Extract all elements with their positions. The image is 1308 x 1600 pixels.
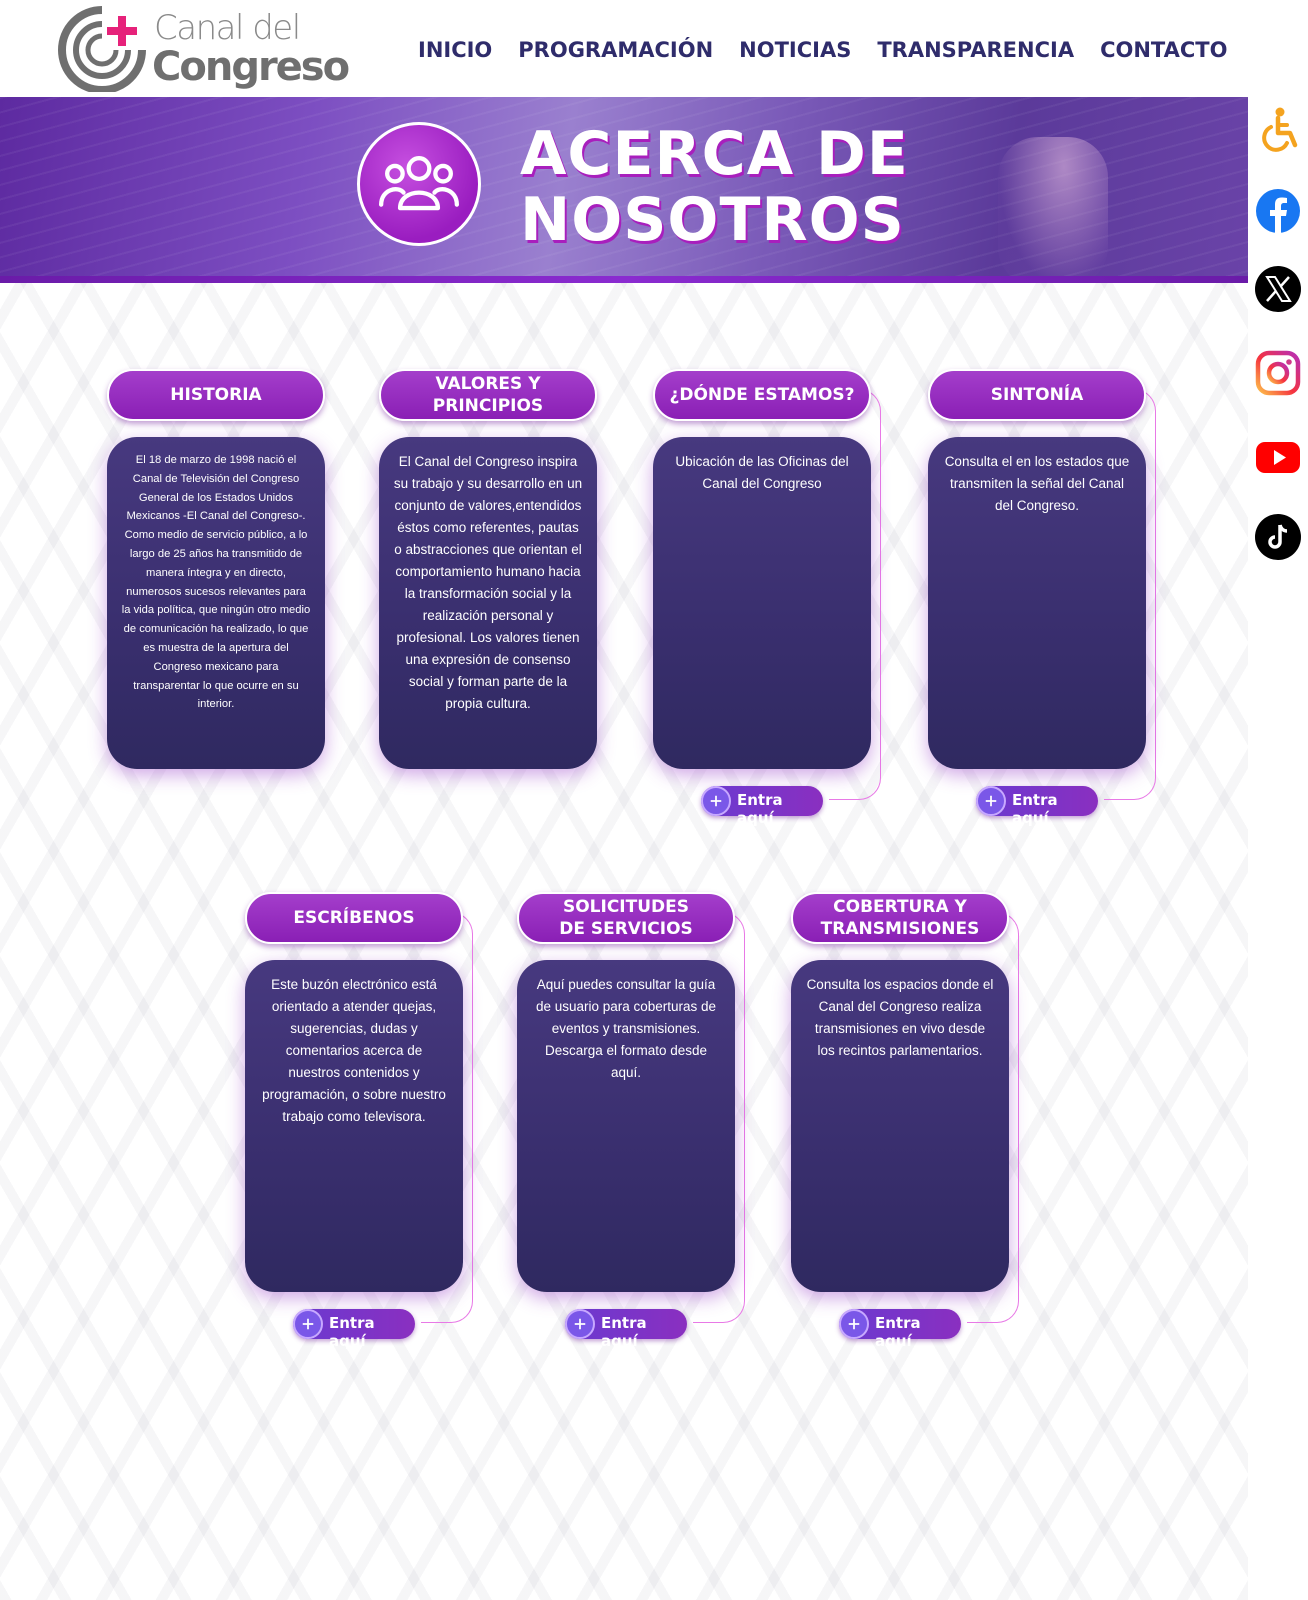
card-title: COBERTURA Y TRANSMISIONES <box>820 897 980 939</box>
card-text: Aquí puedes consultar la guía de usuario… <box>535 977 717 1080</box>
card-title: HISTORIA <box>170 385 262 405</box>
page-banner: ACERCA DE NOSOTROS <box>0 97 1248 283</box>
entra-aqui-button[interactable]: Entra aquí <box>293 1309 415 1350</box>
banner-stamp-photo <box>998 137 1108 283</box>
card-donde-body: Ubicación de las Oficinas del Canal del … <box>653 437 871 769</box>
social-sidebar <box>1248 97 1308 1600</box>
card-text: Ubicación de las Oficinas del Canal del … <box>675 454 849 491</box>
card-escribenos-body: Este buzón electrónico está orientado a … <box>245 960 463 1292</box>
nav-item-contacto[interactable]: CONTACTO <box>1100 38 1227 68</box>
card-escribenos-heading: ESCRÍBENOS <box>245 892 463 944</box>
accessibility-icon[interactable] <box>1254 105 1302 153</box>
card-solicitudes-heading: SOLICITUDES DE SERVICIOS <box>517 892 735 944</box>
card-title: SINTONÍA <box>990 385 1084 405</box>
page-title-line1: ACERCA DE <box>520 119 909 189</box>
entra-aqui-button[interactable]: Entra aquí <box>565 1309 687 1350</box>
main-nav: INICIO PROGRAMACIÓN NOTICIAS TRANSPARENC… <box>418 38 1227 68</box>
card-text: Consulta el en los estados que transmite… <box>944 454 1130 513</box>
card-donde-heading: ¿DÓNDE ESTAMOS? <box>653 369 871 421</box>
entra-aqui-button[interactable]: Entra aquí <box>976 786 1098 827</box>
nav-item-transparencia[interactable]: TRANSPARENCIA <box>877 38 1074 68</box>
card-title: SOLICITUDES DE SERVICIOS <box>559 897 693 939</box>
page-title: ACERCA DE NOSOTROS <box>520 121 909 253</box>
people-group-icon <box>357 122 481 246</box>
entra-aqui-label: Entra aquí <box>601 1314 647 1350</box>
card-solicitudes-body: Aquí puedes consultar la guía de usuario… <box>517 960 735 1292</box>
nav-item-noticias[interactable]: NOTICIAS <box>739 38 851 68</box>
card-cobertura-heading: COBERTURA Y TRANSMISIONES <box>791 892 1009 944</box>
card-text: El 18 de marzo de 1998 nació el Canal de… <box>121 454 311 711</box>
card-title: VALORES Y PRINCIPIOS <box>432 374 544 416</box>
entra-aqui-label: Entra aquí <box>329 1314 375 1350</box>
nav-item-inicio[interactable]: INICIO <box>418 38 492 68</box>
page-title-line2: NOSOTROS <box>520 185 905 255</box>
plus-icon <box>293 1309 323 1339</box>
x-icon[interactable] <box>1254 265 1302 313</box>
card-text: Consulta los espacios donde el Canal del… <box>806 977 994 1058</box>
card-valores-heading: VALORES Y PRINCIPIOS <box>379 369 597 421</box>
canal-del-congreso-logo[interactable]: Canal del Congreso <box>58 6 358 92</box>
entra-aqui-button[interactable]: Entra aquí <box>701 786 823 827</box>
card-title: ESCRÍBENOS <box>293 908 415 928</box>
youtube-icon[interactable] <box>1254 433 1302 481</box>
plus-icon <box>565 1309 595 1339</box>
entra-aqui-button[interactable]: Entra aquí <box>839 1309 961 1350</box>
logo-text-line2: Congreso <box>152 44 350 90</box>
logo-text-line1: Canal del <box>154 8 301 48</box>
card-sintonia-heading: SINTONÍA <box>928 369 1146 421</box>
banner-bottom-stripe <box>0 276 1248 283</box>
about-main-content: HISTORIA El 18 de marzo de 1998 nació el… <box>0 283 1248 1600</box>
logo-mark-icon <box>58 6 146 92</box>
card-text: El Canal del Congreso inspira su trabajo… <box>393 454 583 711</box>
nav-item-programacion[interactable]: PROGRAMACIÓN <box>518 38 713 68</box>
plus-icon <box>701 786 731 816</box>
site-header: Canal del Congreso INICIO PROGRAMACIÓN N… <box>0 0 1308 97</box>
plus-icon <box>976 786 1006 816</box>
instagram-icon[interactable] <box>1254 349 1302 397</box>
card-valores-body: El Canal del Congreso inspira su trabajo… <box>379 437 597 769</box>
entra-aqui-label: Entra aquí <box>1012 791 1058 827</box>
entra-aqui-label: Entra aquí <box>875 1314 921 1350</box>
tiktok-icon[interactable] <box>1254 513 1302 561</box>
card-historia-heading: HISTORIA <box>107 369 325 421</box>
card-title: ¿DÓNDE ESTAMOS? <box>669 385 855 405</box>
facebook-icon[interactable] <box>1254 187 1302 235</box>
entra-aqui-label: Entra aquí <box>737 791 783 827</box>
plus-icon <box>839 1309 869 1339</box>
card-sintonia-body: Consulta el en los estados que transmite… <box>928 437 1146 769</box>
card-cobertura-body: Consulta los espacios donde el Canal del… <box>791 960 1009 1292</box>
card-text: Este buzón electrónico está orientado a … <box>262 977 446 1124</box>
card-historia-body: El 18 de marzo de 1998 nació el Canal de… <box>107 437 325 769</box>
